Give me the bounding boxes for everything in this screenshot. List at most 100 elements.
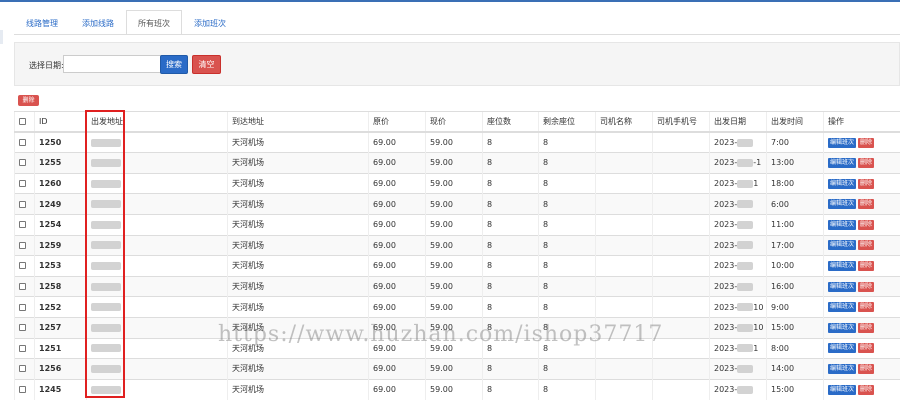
delete-shift-button[interactable]: 删除: [858, 240, 875, 251]
date-prefix: 2023-: [714, 220, 738, 230]
date-prefix: 2023-: [714, 323, 738, 333]
redacted-date: [737, 138, 754, 147]
delete-shift-button[interactable]: 删除: [858, 281, 875, 292]
row-checkbox[interactable]: [19, 180, 26, 188]
row-checkbox[interactable]: [19, 283, 26, 291]
edit-shift-button[interactable]: 编辑班次: [828, 260, 857, 271]
row-driver-phone: [652, 193, 710, 215]
row-driver-phone: [652, 275, 710, 297]
delete-shift-button[interactable]: 删除: [858, 384, 875, 395]
row-current-price: 59.00: [425, 131, 483, 153]
tab-add-shift[interactable]: 添加班次: [182, 10, 238, 35]
edit-shift-button[interactable]: 编辑班次: [828, 302, 857, 313]
row-select[interactable]: [14, 172, 35, 194]
row-id: 1258: [34, 275, 87, 297]
row-select[interactable]: [14, 152, 35, 174]
row-checkbox[interactable]: [19, 200, 26, 208]
row-select[interactable]: [14, 255, 35, 277]
row-actions: 编辑班次 删除: [823, 234, 900, 256]
redacted-departure: [91, 200, 121, 209]
delete-shift-button[interactable]: 删除: [858, 137, 875, 148]
edit-shift-button[interactable]: 编辑班次: [828, 363, 857, 374]
batch-delete-button[interactable]: 删除: [18, 95, 39, 106]
edit-shift-button[interactable]: 编辑班次: [828, 281, 857, 292]
row-checkbox[interactable]: [19, 159, 26, 167]
edit-shift-button[interactable]: 编辑班次: [828, 157, 857, 168]
edit-shift-button[interactable]: 编辑班次: [828, 322, 857, 333]
delete-shift-button[interactable]: 删除: [858, 199, 875, 210]
date-filter-input[interactable]: [63, 55, 171, 73]
row-select[interactable]: [14, 378, 35, 400]
row-original-price: 69.00: [368, 234, 426, 256]
row-checkbox[interactable]: [19, 262, 26, 270]
edit-shift-button[interactable]: 编辑班次: [828, 343, 857, 354]
redacted-departure: [91, 261, 121, 270]
row-checkbox[interactable]: [19, 386, 26, 394]
row-departure-time: 11:00: [766, 213, 824, 236]
row-select[interactable]: [14, 131, 35, 153]
row-select[interactable]: [14, 275, 35, 297]
row-seats: 8: [482, 378, 539, 400]
row-remaining-seats: 8: [538, 172, 596, 194]
edit-shift-button[interactable]: 编辑班次: [828, 137, 857, 148]
row-actions: 编辑班次 删除: [823, 275, 900, 297]
row-select[interactable]: [14, 213, 35, 236]
row-checkbox[interactable]: [19, 365, 26, 373]
row-checkbox[interactable]: [19, 344, 26, 352]
header-arrival: 到达地址: [227, 111, 369, 134]
header-select-all[interactable]: [14, 111, 35, 134]
row-actions: 编辑班次 删除: [823, 172, 900, 194]
edit-shift-button[interactable]: 编辑班次: [828, 219, 857, 230]
row-select[interactable]: [14, 316, 35, 339]
row-departure: [86, 275, 228, 297]
row-select[interactable]: [14, 337, 35, 359]
delete-shift-button[interactable]: 删除: [858, 157, 875, 168]
row-current-price: 59.00: [425, 234, 483, 256]
delete-shift-button[interactable]: 删除: [858, 178, 875, 189]
edit-shift-button[interactable]: 编辑班次: [828, 384, 857, 395]
select-all-checkbox[interactable]: [19, 118, 26, 126]
delete-shift-button[interactable]: 删除: [858, 302, 875, 313]
clear-button[interactable]: 清空: [192, 55, 221, 74]
redacted-date: [737, 282, 754, 291]
row-departure-time: 15:00: [766, 316, 824, 339]
tab-route-manage[interactable]: 线路管理: [14, 10, 70, 35]
row-current-price: 59.00: [425, 193, 483, 215]
delete-shift-button[interactable]: 删除: [858, 343, 875, 354]
row-select[interactable]: [14, 234, 35, 256]
tab-add-route[interactable]: 添加线路: [70, 10, 126, 35]
row-select[interactable]: [14, 358, 35, 380]
row-select[interactable]: [14, 193, 35, 215]
row-seats: 8: [482, 152, 539, 174]
row-checkbox[interactable]: [19, 139, 26, 147]
row-actions: 编辑班次 删除: [823, 378, 900, 400]
row-checkbox[interactable]: [19, 303, 26, 311]
row-seats: 8: [482, 358, 539, 380]
table-row: 1256 天河机场 69.00 59.00 8 8 2023- 14:00 编辑班次 删除: [14, 358, 900, 380]
row-actions: 编辑班次 删除: [823, 152, 900, 174]
row-checkbox[interactable]: [19, 324, 26, 332]
row-arrival: 天河机场: [227, 193, 369, 215]
row-driver-name: [595, 193, 653, 215]
delete-shift-button[interactable]: 删除: [858, 219, 875, 230]
row-checkbox[interactable]: [19, 241, 26, 249]
delete-shift-button[interactable]: 删除: [858, 322, 875, 333]
row-actions: 编辑班次 删除: [823, 213, 900, 236]
row-departure-date: 2023-: [709, 213, 767, 236]
delete-shift-button[interactable]: 删除: [858, 260, 875, 271]
search-button[interactable]: 搜索: [160, 55, 188, 74]
edit-shift-button[interactable]: 编辑班次: [828, 178, 857, 189]
row-actions: 编辑班次 删除: [823, 193, 900, 215]
row-checkbox[interactable]: [19, 221, 26, 229]
row-remaining-seats: 8: [538, 296, 596, 318]
row-driver-phone: [652, 255, 710, 277]
edit-shift-button[interactable]: 编辑班次: [828, 240, 857, 251]
delete-shift-button[interactable]: 删除: [858, 363, 875, 374]
row-departure-time: 14:00: [766, 358, 824, 380]
edit-shift-button[interactable]: 编辑班次: [828, 199, 857, 210]
redacted-date: [737, 303, 754, 312]
row-select[interactable]: [14, 296, 35, 318]
row-original-price: 69.00: [368, 213, 426, 236]
row-driver-phone: [652, 172, 710, 194]
tab-all-shifts[interactable]: 所有班次: [126, 10, 182, 35]
